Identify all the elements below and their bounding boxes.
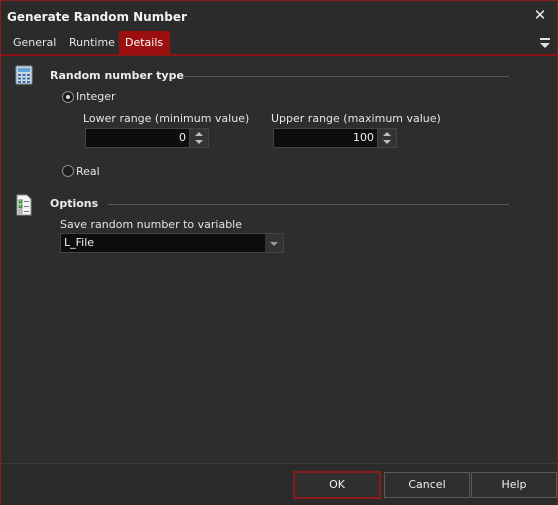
lower-range-spin-buttons[interactable] — [189, 129, 208, 147]
tab-bar: General Runtime Details — [1, 31, 557, 56]
lower-range-value[interactable]: 0 — [179, 131, 186, 144]
section-title-options: Options — [50, 197, 99, 210]
help-button[interactable]: Help — [471, 472, 557, 498]
cancel-button[interactable]: Cancel — [384, 472, 470, 498]
radio-real[interactable] — [62, 165, 74, 177]
ok-button[interactable]: OK — [293, 471, 381, 499]
radio-integer[interactable] — [62, 91, 74, 103]
lower-range-label: Lower range (minimum value) — [83, 112, 250, 125]
close-button[interactable]: ✕ — [531, 6, 549, 24]
dialog-window: Generate Random Number ✕ General Runtime… — [0, 0, 558, 505]
calculator-icon — [15, 65, 33, 85]
variable-select-value[interactable]: L_File — [64, 236, 94, 249]
variable-select[interactable]: L_File — [60, 233, 284, 253]
title-bar: Generate Random Number ✕ — [1, 1, 557, 31]
tab-details[interactable]: Details — [119, 31, 170, 54]
lower-range-stepper[interactable]: 0 — [85, 128, 209, 148]
spin-down-icon[interactable] — [383, 140, 391, 144]
details-panel: Random number type Integer Lower range (… — [1, 56, 557, 463]
chevron-down-icon[interactable] — [265, 234, 283, 252]
upper-range-value[interactable]: 100 — [353, 131, 374, 144]
checklist-icon — [16, 194, 32, 216]
menu-icon[interactable] — [539, 35, 551, 49]
section-divider — [108, 204, 509, 205]
section-title-random-type: Random number type — [50, 69, 184, 82]
radio-real-label[interactable]: Real — [76, 165, 100, 178]
window-title: Generate Random Number — [7, 10, 187, 24]
section-divider — [183, 76, 509, 77]
upper-range-spin-buttons[interactable] — [377, 129, 396, 147]
tab-general[interactable]: General — [7, 31, 62, 54]
tab-runtime[interactable]: Runtime — [63, 31, 121, 54]
spin-up-icon[interactable] — [195, 132, 203, 136]
upper-range-label: Upper range (maximum value) — [271, 112, 441, 125]
save-variable-label: Save random number to variable — [60, 218, 242, 231]
button-bar: OK Cancel Help — [1, 463, 557, 505]
upper-range-stepper[interactable]: 100 — [273, 128, 397, 148]
radio-integer-label[interactable]: Integer — [76, 90, 116, 103]
spin-down-icon[interactable] — [195, 140, 203, 144]
spin-up-icon[interactable] — [383, 132, 391, 136]
